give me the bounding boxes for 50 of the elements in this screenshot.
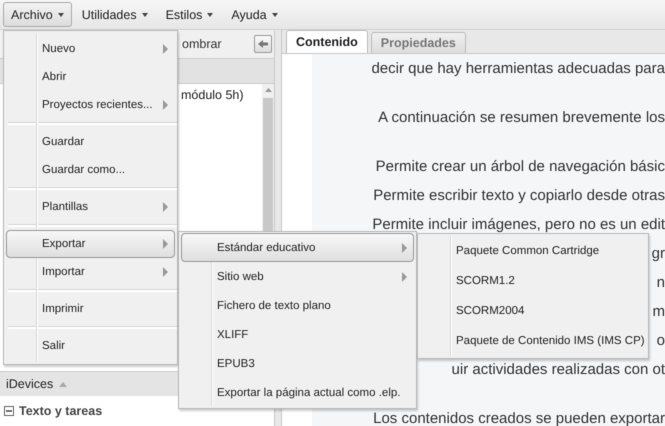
content-text: o [656, 331, 665, 351]
up-arrow-icon [59, 382, 68, 386]
caret-icon [142, 12, 148, 16]
content-text: Permite crear un árbol de navegación básic [376, 157, 665, 177]
caret-icon [207, 12, 214, 16]
toolbar-button[interactable]: ombrar [182, 37, 222, 51]
menu-item[interactable]: Nuevo [6, 35, 175, 63]
content-text: n [656, 273, 665, 293]
menu-item[interactable]: SCORM1.2 [420, 266, 646, 296]
collapse-button[interactable] [254, 35, 272, 53]
panel-header[interactable]: iDevices [6, 377, 54, 391]
menu-item[interactable]: SCORM2004 [420, 296, 646, 326]
menu-item[interactable]: Paquete de Contenido IMS (IMS CP) [420, 326, 646, 356]
caret-icon [272, 12, 278, 16]
menu-item[interactable]: Abrir [6, 63, 175, 91]
content-text: Los contenidos creados se pueden exportar [373, 409, 665, 426]
menu-item[interactable]: Imprimir [6, 295, 175, 323]
menu-item[interactable]: Importar [6, 258, 175, 286]
up-arrow-icon [264, 88, 272, 92]
tab[interactable]: Contenido [286, 30, 368, 53]
menu-item[interactable]: Exportar la página actual como .elp. [181, 378, 414, 407]
menu-item[interactable]: Guardar [6, 128, 175, 156]
menu-item[interactable]: Salir [6, 332, 175, 360]
menu-item[interactable]: Guardar como... [6, 156, 175, 184]
content-text: Permite incluir imágenes, pero no es un edit [372, 215, 665, 235]
menu-bar-item[interactable]: Utilidades [74, 2, 156, 27]
menu-item[interactable]: EPUB3 [181, 349, 414, 378]
collapse-icon[interactable] [4, 406, 14, 416]
left-arrow-icon [258, 40, 268, 48]
menu-bar-item[interactable]: Archivo [3, 2, 72, 27]
menu-bar-item[interactable]: Estilos [158, 2, 222, 27]
menu-item[interactable]: Sitio web [181, 262, 414, 291]
content-text: Permite escribir texto y copiarlo desde otras [373, 186, 665, 206]
menu-item[interactable]: Proyectos recientes... [6, 91, 175, 119]
tab[interactable]: Propiedades [370, 32, 466, 53]
category-label[interactable]: Texto y tareas [19, 404, 102, 418]
menu-item[interactable]: Estándar educativo [181, 233, 414, 262]
content-text: uir actividades realizadas con ot [452, 360, 665, 380]
content-text: gr [652, 244, 665, 264]
menu-bar-item[interactable]: Ayuda [223, 2, 286, 27]
tree-item[interactable]: módulo 5h) [181, 88, 244, 102]
menu-item[interactable]: Plantillas [6, 193, 175, 221]
menu-item[interactable]: Fichero de texto plano [181, 291, 414, 320]
content-text: A continuación se resumen brevemente los [378, 108, 665, 128]
menu-item[interactable]: XLIFF [181, 320, 414, 349]
content-text: m [652, 302, 665, 322]
content-text: decir que hay herramientas adecuadas para [371, 59, 665, 79]
menu-item[interactable]: Exportar [6, 230, 175, 258]
caret-icon [58, 12, 64, 16]
menu-item[interactable]: Paquete Common Cartridge [420, 236, 646, 266]
